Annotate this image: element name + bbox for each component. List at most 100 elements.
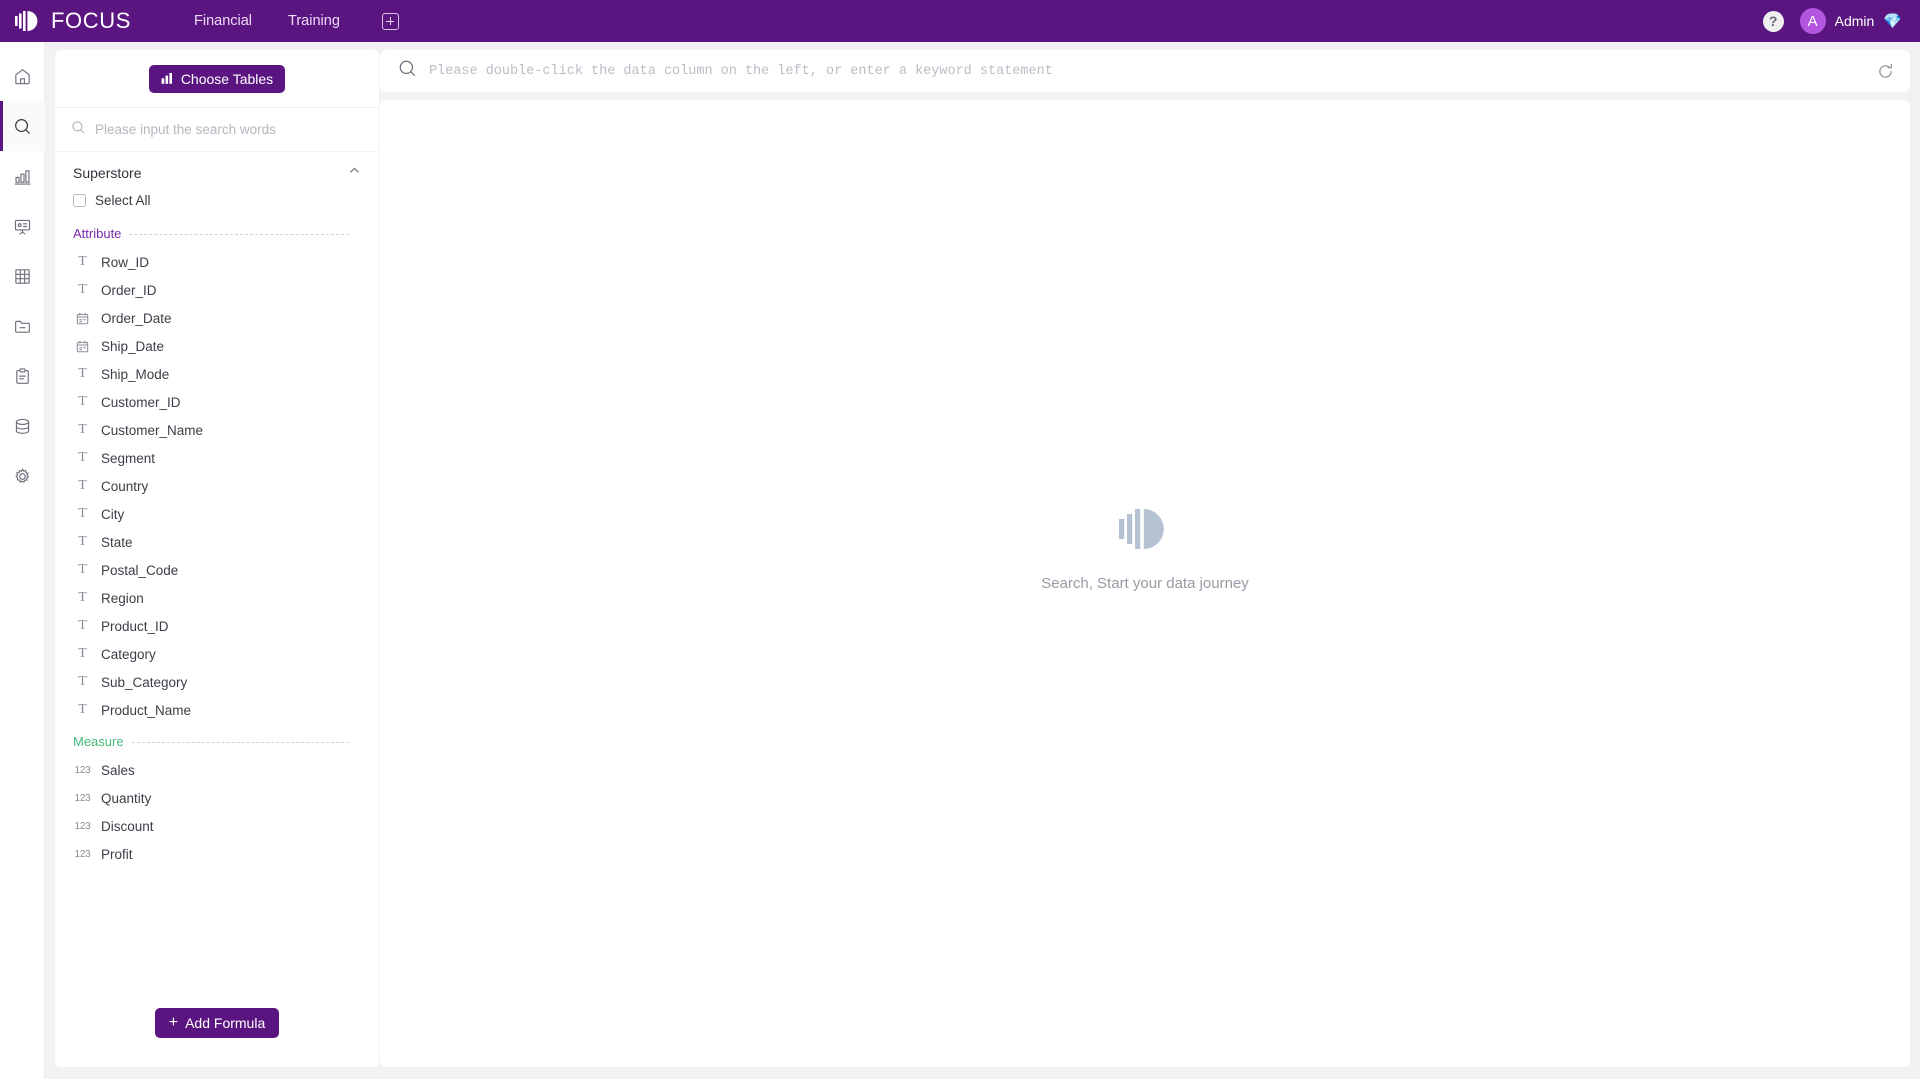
user-name: Admin — [1834, 13, 1875, 29]
tab-training[interactable]: Training — [270, 0, 358, 42]
table-header: Superstore — [55, 152, 379, 190]
field-label: Order_Date — [101, 310, 172, 326]
sidebar-item-folder[interactable] — [0, 301, 45, 351]
sidebar-item-settings[interactable] — [0, 451, 45, 501]
field-label: Sub_Category — [101, 674, 188, 690]
data-panel: Choose Tables Superstore Select All — [55, 50, 379, 1067]
field-label: Discount — [101, 818, 154, 834]
focus-logo-icon — [14, 9, 42, 33]
number-field-icon: 123 — [74, 820, 91, 832]
field-row[interactable]: T Country — [55, 472, 379, 500]
clipboard-icon — [13, 367, 32, 386]
field-row[interactable]: Ship_Date — [55, 332, 379, 360]
field-row[interactable]: T Region — [55, 584, 379, 612]
field-label: Product_ID — [101, 618, 169, 634]
text-field-icon: T — [78, 646, 87, 661]
add-formula-label: Add Formula — [185, 1015, 266, 1031]
tab-financial[interactable]: Financial — [176, 0, 270, 42]
avatar: A — [1799, 8, 1826, 34]
plus-icon: + — [168, 1014, 179, 1031]
refresh-icon[interactable] — [1872, 58, 1898, 84]
field-label: Sales — [101, 762, 135, 778]
select-all-row[interactable]: Select All — [55, 190, 379, 216]
field-row[interactable]: 123 Quantity — [55, 784, 379, 812]
number-field-icon: 123 — [74, 764, 91, 776]
select-all-checkbox[interactable] — [73, 194, 86, 207]
field-label: Segment — [101, 450, 156, 466]
sidebar-item-tables[interactable] — [0, 251, 45, 301]
field-label: Ship_Date — [101, 338, 165, 354]
field-row[interactable]: T Row_ID — [55, 248, 379, 276]
main-search-input[interactable] — [429, 63, 1872, 79]
empty-state: Search, Start your data journey — [1041, 505, 1249, 592]
plus-square-icon[interactable] — [381, 12, 399, 30]
database-icon — [13, 417, 32, 436]
sidebar-item-reports[interactable] — [0, 351, 45, 401]
choose-tables-button[interactable]: Choose Tables — [148, 64, 286, 93]
choose-tables-label: Choose Tables — [180, 70, 274, 87]
panel-search — [55, 108, 379, 152]
field-row[interactable]: 123 Sales — [55, 756, 379, 784]
gear-icon — [13, 467, 32, 486]
add-formula-button[interactable]: + Add Formula — [154, 1008, 280, 1038]
field-row[interactable]: 123 Profit — [55, 840, 379, 868]
field-row[interactable]: T Sub_Category — [55, 668, 379, 696]
text-field-icon: T — [78, 674, 87, 689]
chevron-up-icon[interactable] — [348, 164, 361, 182]
user-menu[interactable]: A Admin 💎 — [1799, 8, 1902, 34]
table-name: Superstore — [73, 165, 142, 181]
text-field-icon: T — [78, 618, 87, 633]
field-row[interactable]: T City — [55, 500, 379, 528]
field-row[interactable]: T Ship_Mode — [55, 360, 379, 388]
text-field-icon: T — [78, 366, 87, 381]
select-all-label: Select All — [95, 193, 151, 208]
field-label: Customer_ID — [101, 394, 181, 410]
search-icon — [13, 117, 32, 136]
field-label: Profit — [101, 846, 133, 862]
field-row[interactable]: 123 Discount — [55, 812, 379, 840]
question-mark-icon[interactable]: ? — [1762, 10, 1784, 32]
panel-body: Superstore Select All Attribute T Row_ID T… — [55, 152, 379, 979]
icon-rail — [0, 42, 45, 1079]
sidebar-item-analytics[interactable] — [0, 151, 45, 201]
field-label: Quantity — [101, 790, 152, 806]
panel-search-input[interactable] — [95, 122, 363, 137]
field-row[interactable]: T Customer_ID — [55, 388, 379, 416]
content-area: Search, Start your data journey — [380, 50, 1910, 1067]
field-row[interactable]: T Order_ID — [55, 276, 379, 304]
folder-minus-icon — [13, 317, 32, 336]
empty-state-text: Search, Start your data journey — [1041, 575, 1249, 592]
field-row[interactable]: T Segment — [55, 444, 379, 472]
field-row[interactable]: T Product_ID — [55, 612, 379, 640]
field-row[interactable]: T Category — [55, 640, 379, 668]
sidebar-item-dashboard[interactable] — [0, 201, 45, 251]
calendar-icon — [75, 312, 90, 325]
text-field-icon: T — [78, 534, 87, 549]
group-divider — [129, 234, 349, 235]
sidebar-item-home[interactable] — [0, 51, 45, 101]
field-label: Category — [101, 646, 156, 662]
text-field-icon: T — [78, 590, 87, 605]
results-area: Search, Start your data journey — [380, 100, 1910, 1067]
text-field-icon: T — [78, 282, 87, 297]
panel-footer: + Add Formula — [55, 979, 379, 1067]
presentation-icon — [13, 217, 32, 236]
field-label: Ship_Mode — [101, 366, 170, 382]
sidebar-item-search[interactable] — [0, 101, 45, 151]
field-row[interactable]: T Postal_Code — [55, 556, 379, 584]
field-row[interactable]: T Customer_Name — [55, 416, 379, 444]
group-header-measure: Measure — [55, 724, 379, 756]
sidebar-item-datasource[interactable] — [0, 401, 45, 451]
text-field-icon: T — [78, 702, 87, 717]
field-row[interactable]: T State — [55, 528, 379, 556]
text-field-icon: T — [78, 394, 87, 409]
brand: FOCUS — [14, 9, 146, 33]
field-row[interactable]: Order_Date — [55, 304, 379, 332]
field-row[interactable]: T Product_Name — [55, 696, 379, 724]
field-label: City — [101, 506, 125, 522]
field-label: Row_ID — [101, 254, 150, 270]
group-header-attribute: Attribute — [55, 216, 379, 248]
group-label-attribute: Attribute — [73, 226, 122, 241]
nav-tabs: Financial Training — [170, 0, 399, 42]
field-label: Order_ID — [101, 282, 157, 298]
